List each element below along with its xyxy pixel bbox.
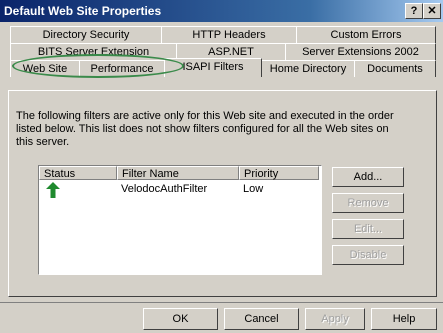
tab-server-extensions-2002[interactable]: Server Extensions 2002	[285, 43, 436, 60]
green-up-arrow-icon	[46, 182, 60, 201]
column-header-priority[interactable]: Priority	[239, 166, 319, 180]
filters-list[interactable]: Status Filter Name Priority VelodocAuthF…	[38, 165, 322, 275]
tab-http-headers[interactable]: HTTP Headers	[161, 26, 297, 43]
filters-description: The following filters are active only fo…	[16, 110, 394, 148]
remove-button[interactable]: Remove	[332, 193, 404, 213]
tab-custom-errors[interactable]: Custom Errors	[296, 26, 436, 43]
help-bottom-button[interactable]: Help	[371, 308, 437, 330]
priority-cell: Low	[243, 183, 264, 195]
column-header-status[interactable]: Status	[39, 166, 117, 180]
separator	[0, 302, 443, 303]
title-bar: Default Web Site Properties ? ✕	[0, 0, 443, 22]
window-title: Default Web Site Properties	[4, 4, 162, 18]
tab-performance[interactable]: Performance	[79, 60, 165, 77]
tab-directory-security[interactable]: Directory Security	[10, 26, 162, 43]
tab-bits-server-extension[interactable]: BITS Server Extension	[10, 43, 177, 60]
apply-button[interactable]: Apply	[305, 308, 365, 330]
ok-button[interactable]: OK	[143, 308, 218, 330]
tab-isapi-filters[interactable]: ISAPI Filters	[164, 58, 262, 77]
filter-name-cell: VelodocAuthFilter	[121, 183, 208, 195]
cancel-button[interactable]: Cancel	[224, 308, 299, 330]
close-button[interactable]: ✕	[423, 3, 441, 19]
tab-home-directory[interactable]: Home Directory	[261, 60, 355, 77]
add-button[interactable]: Add...	[332, 167, 404, 187]
help-button[interactable]: ?	[405, 3, 423, 19]
tab-documents[interactable]: Documents	[354, 60, 436, 77]
edit-button[interactable]: Edit...	[332, 219, 404, 239]
tab-web-site[interactable]: Web Site	[10, 60, 80, 77]
column-header-filter-name[interactable]: Filter Name	[117, 166, 239, 180]
disable-button[interactable]: Disable	[332, 245, 404, 265]
